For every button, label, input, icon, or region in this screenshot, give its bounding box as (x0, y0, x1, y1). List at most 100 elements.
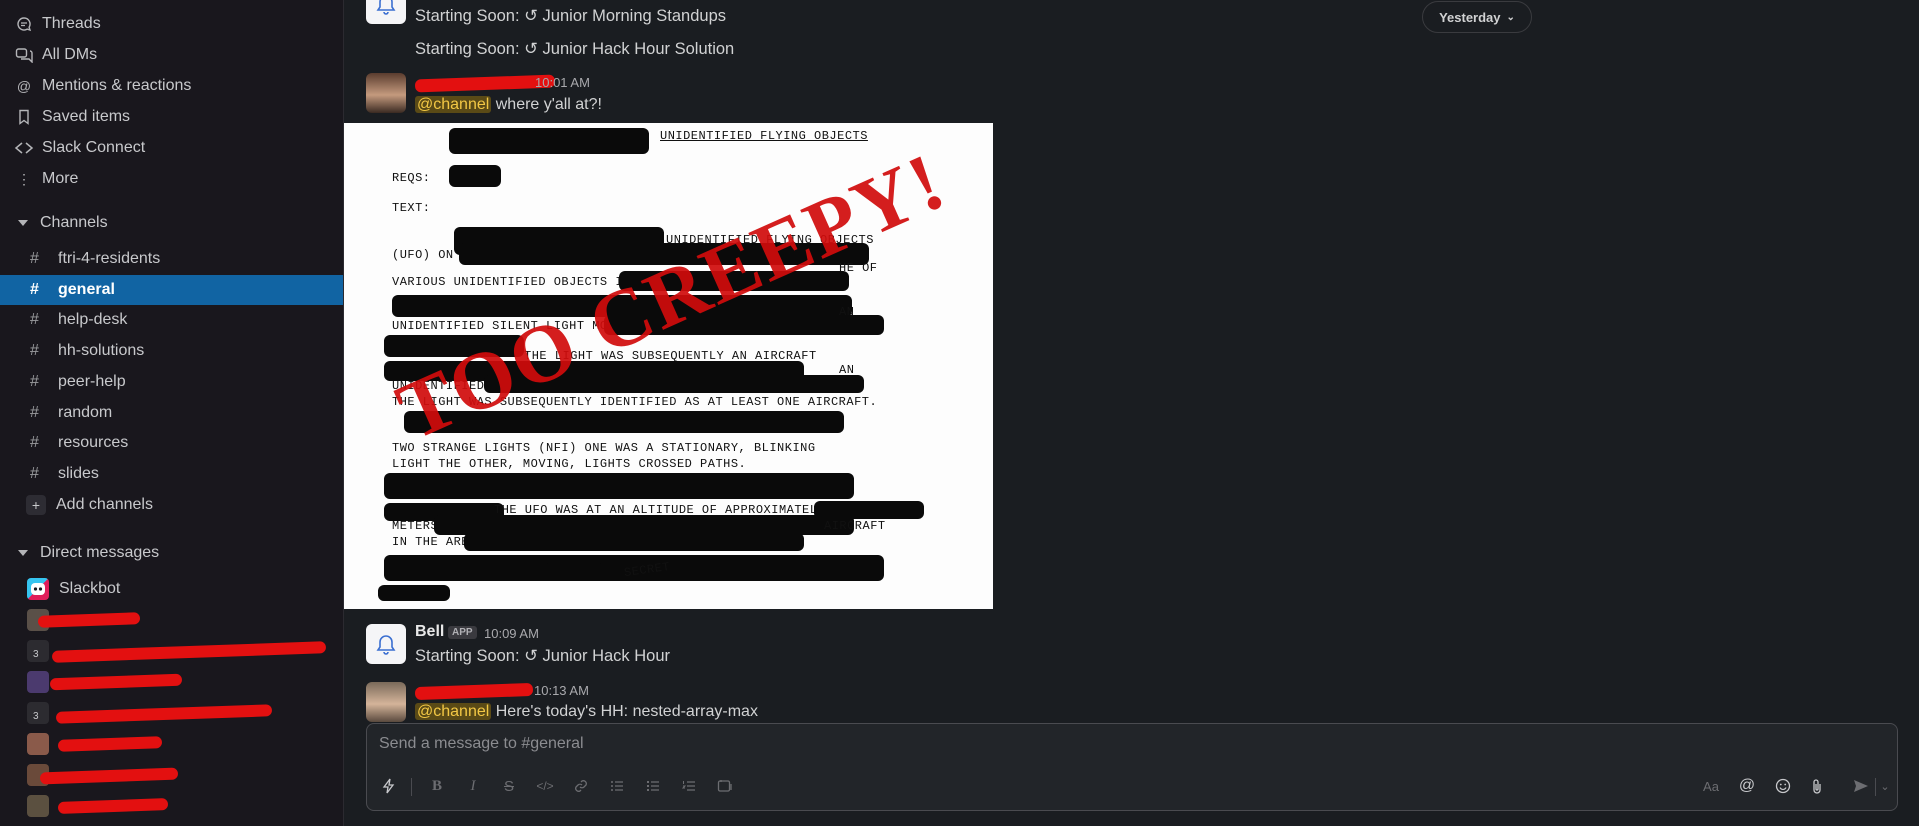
message-text: Starting Soon: ↺ Junior Hack Hour (415, 647, 671, 665)
redaction-mark (55, 704, 273, 724)
bulleted-list-icon[interactable] (639, 772, 667, 800)
message-timestamp[interactable]: 10:01 AM (535, 75, 590, 90)
nav-all-dms[interactable]: All DMs (14, 41, 97, 69)
channel-hh-solutions[interactable]: # hh-solutions (0, 336, 343, 366)
bell-avatar[interactable] (366, 624, 406, 664)
plus-icon: + (26, 495, 46, 515)
nav-slack-connect[interactable]: Slack Connect (14, 134, 145, 162)
redaction-mark (414, 682, 534, 701)
nav-threads[interactable]: Threads (14, 10, 101, 38)
avatar (27, 795, 49, 817)
message-timestamp[interactable]: 10:09 AM (484, 626, 539, 641)
channel-ftri-4-residents[interactable]: # ftri-4-residents (0, 244, 343, 274)
message-timestamp[interactable]: 10:13 AM (534, 683, 589, 698)
hash-icon: # (30, 250, 39, 267)
message-text: where y'all at?! (491, 96, 602, 113)
dm-redacted-3[interactable] (0, 667, 343, 697)
redaction-block (464, 533, 804, 551)
redaction-block (378, 585, 450, 601)
avatar (27, 733, 49, 755)
hash-icon: # (30, 465, 39, 482)
bell-icon (376, 635, 396, 655)
chevron-down-icon: ⌄ (1506, 11, 1515, 23)
italic-icon[interactable]: I (459, 772, 487, 800)
doc-line: LIGHT THE OTHER, MOVING, LIGHTS CROSSED … (392, 457, 747, 471)
doc-reqs: REQS: (392, 171, 431, 185)
send-icon[interactable] (1847, 772, 1875, 800)
slack-connect-icon (14, 138, 34, 158)
dm-header[interactable]: Direct messages (18, 539, 159, 567)
redaction-block (544, 563, 604, 581)
formatting-toggle-icon[interactable]: Aa (1697, 772, 1725, 800)
date-divider-button[interactable]: Yesterday ⌄ (1422, 1, 1532, 33)
numbered-list-icon[interactable] (675, 772, 703, 800)
code-icon[interactable]: </> (531, 772, 559, 800)
channel-peer-help[interactable]: # peer-help (0, 367, 343, 397)
message-text: Starting Soon: ↺ Junior Hack Hour Soluti… (415, 40, 735, 58)
app-badge: APP (448, 626, 477, 639)
redaction-mark (57, 798, 169, 814)
channels-header[interactable]: Channels (18, 209, 108, 237)
redaction-mark (37, 612, 141, 628)
code-block-icon[interactable] (711, 772, 739, 800)
dm-redacted-1[interactable] (0, 605, 343, 635)
dm-redacted-2[interactable]: 3 (0, 636, 343, 666)
message-input[interactable] (377, 732, 1881, 756)
ordered-list-icon[interactable] (603, 772, 631, 800)
doc-text-label: TEXT: (392, 201, 431, 215)
bold-icon[interactable]: B (423, 772, 451, 800)
doc-line: (UFO) ON (392, 248, 454, 262)
dm-label: Slackbot (59, 580, 121, 597)
channel-random[interactable]: # random (0, 398, 343, 428)
dm-redacted-6[interactable] (0, 760, 343, 790)
dm-redacted-4[interactable]: 3 (0, 698, 343, 728)
bookmark-icon (14, 107, 34, 127)
hash-icon: # (30, 373, 39, 390)
caret-down-icon (18, 550, 28, 556)
member-count-badge: 3 (33, 649, 39, 660)
bell-avatar[interactable] (366, 0, 406, 24)
more-vertical-icon: ⋮ (17, 170, 31, 187)
redaction-block (384, 473, 854, 499)
message-text: Here's today's HH: nested-array-max (491, 703, 758, 720)
user-avatar[interactable] (366, 682, 406, 722)
channel-mention[interactable]: @channel (415, 96, 492, 113)
nav-saved[interactable]: Saved items (14, 103, 130, 131)
mention-at-icon[interactable]: @ (1733, 772, 1761, 800)
dm-redacted-5[interactable] (0, 729, 343, 759)
hash-icon: # (30, 404, 39, 421)
channel-resources[interactable]: # resources (0, 428, 343, 458)
dm-redacted-7[interactable] (0, 791, 343, 821)
channel-mention[interactable]: @channel (415, 703, 492, 720)
attachment-paperclip-icon[interactable] (1803, 772, 1831, 800)
dm-header-label: Direct messages (40, 544, 160, 561)
user-avatar[interactable] (366, 73, 406, 113)
sender-name[interactable]: Bell (415, 623, 444, 641)
date-divider-label: Yesterday (1439, 9, 1501, 25)
caret-down-icon (18, 220, 28, 226)
dm-slackbot[interactable]: Slackbot (0, 574, 343, 604)
nav-all-dms-label: All DMs (42, 46, 98, 63)
channel-help-desk[interactable]: # help-desk (0, 305, 343, 335)
shortcuts-lightning-icon[interactable] (375, 772, 403, 800)
send-options-chevron-icon[interactable]: ⌄ (1875, 772, 1895, 800)
channel-general[interactable]: # general (0, 275, 343, 305)
link-icon[interactable] (567, 772, 595, 800)
nav-more[interactable]: ⋮ More (14, 165, 78, 193)
nav-mentions[interactable]: @ Mentions & reactions (14, 72, 192, 100)
strikethrough-icon[interactable]: S (495, 772, 523, 800)
all-dms-icon (14, 45, 34, 65)
attached-image[interactable]: UNIDENTIFIED FLYING OBJECTS REQS: TEXT: … (344, 123, 993, 609)
message-composer: B I S </> Aa @ ⌄ (366, 723, 1898, 811)
add-channels-button[interactable]: + Add channels (0, 490, 343, 520)
redaction-mark (39, 767, 179, 785)
hash-icon: # (30, 434, 39, 451)
emoji-icon[interactable] (1769, 772, 1797, 800)
slackbot-avatar (27, 578, 49, 600)
avatar: 3 (27, 640, 49, 662)
bell-icon (376, 0, 396, 15)
message-text: Starting Soon: ↺ Junior Morning Standups (415, 7, 727, 25)
channel-slides[interactable]: # slides (0, 459, 343, 489)
main-pane: Starting Soon: ↺ Junior Morning Standups… (344, 0, 1919, 826)
channels-header-label: Channels (40, 214, 108, 231)
